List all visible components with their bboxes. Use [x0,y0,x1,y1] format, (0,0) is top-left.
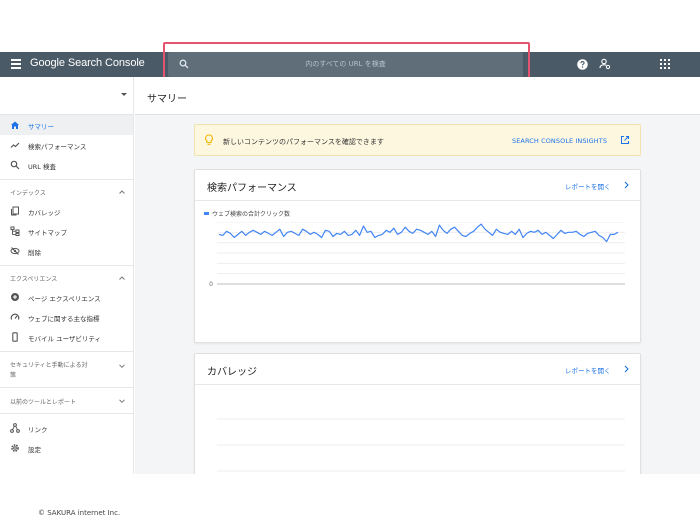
sidebar-section-index[interactable]: インデックス [0,181,133,201]
sidebar-divider [0,265,133,266]
trending-up-icon [10,142,20,148]
legend-swatch [204,212,209,215]
add-circle-icon [11,293,19,301]
chevron-down-icon [119,364,125,369]
sidebar-item-label: ページ エクスペリエンス [28,295,101,303]
lightbulb-icon [205,134,213,145]
sidebar-item-label: サマリー [28,123,54,131]
sidebar-item-core-web-vitals[interactable]: ウェブに関する主な指標 [0,307,133,327]
sidebar-divider [0,413,133,414]
sidebar: サマリー 検索パフォーマンス URL 検査 インデックス カバレッジ サイトマッ… [0,77,134,474]
coverage-card: カバレッジ レポートを開く [194,353,642,474]
hamburger-menu-icon[interactable] [11,59,21,69]
open-report-link[interactable]: レポートを開く [565,365,611,375]
copy-pages-icon [11,206,19,216]
chevron-right-icon[interactable] [623,181,630,189]
sidebar-divider [0,387,133,388]
sidebar-item-label: カバレッジ [28,209,61,217]
property-selector[interactable] [0,77,134,115]
chevron-down-icon [119,399,125,404]
search-icon [10,160,20,170]
section-title: 以前のツールとレポート [10,399,77,406]
sidebar-item-label: サイトマップ [28,229,67,237]
section-title-continued: 策 [10,372,17,379]
sidebar-item-links[interactable]: リンク [0,418,133,438]
sidebar-divider [0,179,133,180]
page-title: サマリー [147,94,187,105]
page-header: サマリー [135,77,700,115]
sidebar-item-label: 検索パフォーマンス [28,143,87,151]
insights-banner: 新しいコンテンツのパフォーマンスを確認できます SEARCH CONSOLE I… [194,124,641,156]
chevron-up-icon [119,190,125,194]
open-report-link[interactable]: レポートを開く [565,181,611,191]
sidebar-item-label: モバイル ユーザビリティ [28,335,102,343]
card-title: 検索パフォーマンス [207,183,297,194]
section-title: エクスペリエンス [10,276,58,283]
copyright-footer: © SAKURA internet Inc. [38,509,121,517]
sidebar-item-sitemaps[interactable]: サイトマップ [0,221,133,241]
sidebar-item-label: 削除 [28,249,41,257]
card-divider [195,200,642,201]
insights-message: 新しいコンテンツのパフォーマンスを確認できます [223,138,384,146]
manage-users-icon[interactable] [599,58,611,70]
main-content: サマリー 新しいコンテンツのパフォーマンスを確認できます SEARCH CONS… [135,77,700,474]
sidebar-section-legacy-tools[interactable]: 以前のツールとレポート [0,389,133,411]
gear-icon [11,444,19,452]
sidebar-item-mobile-usability[interactable]: モバイル ユーザビリティ [0,327,133,347]
caret-down-icon [121,93,127,96]
sidebar-item-performance[interactable]: 検索パフォーマンス [0,135,133,155]
visibility-off-icon [10,247,20,255]
chevron-right-icon[interactable] [623,365,630,373]
sidebar-item-label: 設定 [28,446,41,454]
speed-gauge-icon [10,313,20,320]
sidebar-divider [0,351,133,352]
sidebar-item-label: リンク [28,426,48,434]
links-tree-icon [10,423,20,433]
section-title: インデックス [10,190,46,197]
screenshot-stage: Google Search Console 内のすべての URL を検査 サマリ… [0,0,700,525]
app-title[interactable]: Google Search Console [30,57,145,69]
search-placeholder: 内のすべての URL を検査 [305,60,386,68]
search-console-insights-link[interactable]: SEARCH CONSOLE INSIGHTS [512,137,607,145]
sitemap-icon [10,226,20,236]
smartphone-icon [12,332,18,342]
chevron-up-icon [119,276,125,280]
sidebar-item-settings[interactable]: 設定 [0,438,133,458]
section-title: セキュリティと手動による対 [10,362,88,369]
clicks-line-chart: 0 [209,222,625,288]
coverage-chart-area [217,418,625,472]
sidebar-section-security[interactable]: セキュリティと手動による対 策 [0,353,133,385]
apps-grid-icon[interactable] [660,59,670,69]
card-title: カバレッジ [207,367,257,378]
legend-label: ウェブ検索の合計クリック数 [212,211,291,218]
performance-card: 検索パフォーマンス レポートを開く ウェブ検索の合計クリック数 0 [194,169,642,343]
open-in-new-icon[interactable] [620,135,630,145]
url-inspection-search[interactable]: 内のすべての URL を検査 [168,52,523,77]
help-icon[interactable] [577,59,588,70]
sidebar-section-experience[interactable]: エクスペリエンス [0,267,133,287]
sidebar-item-removals[interactable]: 削除 [0,241,133,261]
sidebar-item-summary[interactable]: サマリー [0,115,133,135]
sidebar-item-page-experience[interactable]: ページ エクスペリエンス [0,287,133,307]
series-line-clicks [218,223,619,243]
sidebar-item-label: ウェブに関する主な指標 [28,315,100,323]
sidebar-item-url-inspection[interactable]: URL 検査 [0,155,133,175]
sidebar-item-coverage[interactable]: カバレッジ [0,201,133,221]
sidebar-item-label: URL 検査 [28,163,56,171]
y-tick-label: 0 [209,281,213,288]
home-icon [11,121,19,129]
